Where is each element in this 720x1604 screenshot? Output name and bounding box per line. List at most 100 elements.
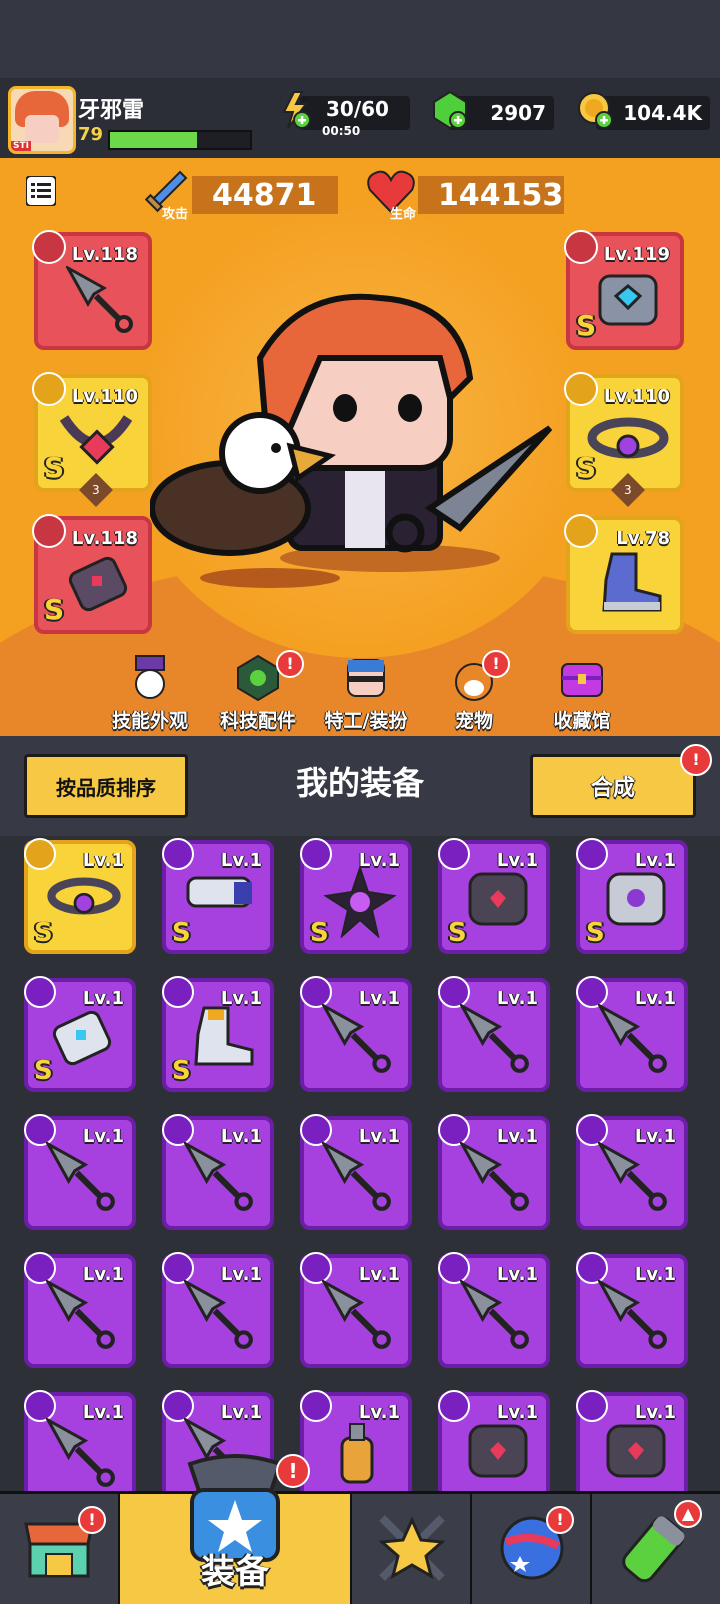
player-level: 79 [78, 124, 104, 145]
inventory-item[interactable]: Lv.1 S [438, 838, 550, 954]
player-avatar[interactable]: STI [8, 86, 76, 154]
inventory-item[interactable]: Lv.1 [162, 1114, 274, 1230]
item-rank: S [586, 918, 605, 948]
kunai-icon [184, 1280, 253, 1349]
item-rank: S [448, 918, 467, 948]
inventory-item[interactable]: Lv.1 [438, 976, 550, 1092]
nav-equipment[interactable]: 装备 ! [120, 1454, 352, 1604]
skill-appearance-button[interactable]: 技能外观 [100, 650, 200, 736]
kunai-icon [46, 1418, 115, 1487]
gem-value: 2907 [490, 101, 546, 125]
inventory-item[interactable]: Lv.1 [438, 1252, 550, 1368]
hp-stat: 144153 [418, 176, 564, 214]
nav-talent[interactable]: ! [472, 1494, 592, 1604]
weapon-type-icon [32, 230, 66, 264]
tech-chip-icon [237, 654, 279, 702]
kunai-icon [322, 1280, 391, 1349]
slot-rank: S [44, 593, 65, 626]
belt-icon [47, 877, 121, 915]
inventory-item[interactable]: Lv.1 [438, 1114, 550, 1230]
chest-armor-icon [606, 1424, 666, 1478]
inventory-item[interactable]: Lv.1 [576, 1114, 688, 1230]
kunai-icon [598, 1142, 667, 1211]
nav-evolve[interactable]: ▲ [592, 1494, 720, 1604]
bottom-nav: ! 装备 ! ! ▲ [0, 1454, 720, 1604]
tech-parts-button[interactable]: 科技配件 ! [208, 650, 308, 736]
inventory-item[interactable]: Lv.1 [300, 1252, 412, 1368]
kunai-icon [460, 1142, 529, 1211]
slot-level: Lv.110 [71, 386, 138, 407]
inventory-item[interactable]: Lv.1 [438, 1390, 550, 1491]
inventory-item[interactable]: Lv.1 [24, 1252, 136, 1368]
kunai-icon [598, 1280, 667, 1349]
merge-button[interactable]: 合成 [530, 754, 696, 818]
collection-button[interactable]: 收藏馆 [532, 650, 632, 736]
slot-level: Lv.118 [71, 528, 138, 549]
hat-ball-icon [135, 655, 165, 699]
nav-battle[interactable] [352, 1494, 472, 1604]
inventory-item[interactable]: Lv.1 [24, 1390, 136, 1491]
inventory-item[interactable]: Lv.1 [576, 1252, 688, 1368]
nav-shop[interactable]: ! [0, 1494, 120, 1604]
slot-rank: S [576, 309, 597, 342]
inventory-item[interactable]: Lv.1 S [24, 976, 136, 1092]
inventory-item[interactable]: Lv.1 S [576, 838, 688, 954]
gauntlet-icon [52, 1010, 112, 1066]
inventory-item[interactable]: Lv.1 [576, 1390, 688, 1491]
inventory-item[interactable]: Lv.1 S [300, 838, 412, 954]
kunai-icon [66, 266, 133, 333]
slot-level: Lv.119 [603, 244, 670, 265]
list-menu-icon[interactable] [26, 176, 56, 206]
necklace-icon [59, 415, 133, 465]
inventory-item[interactable]: Lv.1 S [162, 838, 274, 954]
kunai-icon [46, 1280, 115, 1349]
hero-character-illustration [150, 293, 553, 588]
gem-plus-icon[interactable] [430, 90, 470, 130]
energy-plus-icon[interactable] [276, 90, 316, 130]
belt-icon [587, 417, 669, 459]
inventory-item[interactable]: Lv.1 [300, 1114, 412, 1230]
treasure-chest-icon [561, 663, 603, 697]
gauntlet-icon [68, 556, 128, 612]
inventory-item[interactable]: Lv.1 [300, 976, 412, 1092]
inventory-item[interactable]: Lv.1 S [162, 976, 274, 1092]
chest-armor-icon [468, 1424, 528, 1478]
item-rank: S [34, 918, 53, 948]
kunai-icon [322, 1004, 391, 1073]
equip-slot-belt[interactable]: Lv.110 S 3 [564, 372, 684, 507]
slot-level: Lv.118 [71, 244, 138, 265]
equip-slot-weapon[interactable]: Lv.118 [32, 230, 152, 350]
bottle-weapon-icon [340, 1423, 374, 1484]
kunai-icon [184, 1142, 253, 1211]
kunai-icon [460, 1280, 529, 1349]
inventory-item[interactable]: Lv.1 [162, 1252, 274, 1368]
chest-armor-icon [598, 274, 658, 326]
evolve-up-icon: ▲ [674, 1500, 702, 1528]
pet-button[interactable]: 宠物 ! [424, 650, 524, 736]
battle-star-icon [378, 1515, 446, 1581]
inventory-item[interactable]: Lv.1 [24, 1114, 136, 1230]
inventory-item[interactable]: Lv.1 [300, 1390, 412, 1491]
hero-menu: 技能外观 科技配件 ! 特工/装扮 宠物 ! 收藏馆 [100, 650, 640, 736]
equip-slot-boots[interactable]: Lv.78 [564, 514, 684, 634]
chest-armor-icon [468, 872, 528, 926]
equip-slot-gloves[interactable]: Lv.118 S [32, 514, 152, 634]
shop-badge: ! [78, 1506, 106, 1534]
inventory-item[interactable]: Lv.1 S [24, 838, 136, 954]
boot-icon [602, 552, 662, 612]
equip-slot-armor[interactable]: Lv.119 S [564, 230, 684, 350]
orb-weapon-icon [323, 866, 397, 938]
coin-plus-icon[interactable] [576, 90, 616, 130]
kunai-icon [460, 1004, 529, 1073]
equip-slot-necklace[interactable]: Lv.110 S 3 [32, 372, 152, 507]
player-name: 牙邪雷 [78, 98, 145, 123]
item-rank: S [310, 918, 329, 948]
merge-notification-badge: ! [680, 744, 712, 776]
agent-outfit-button[interactable]: 特工/装扮 [316, 650, 416, 736]
inventory-item[interactable]: Lv.1 [576, 976, 688, 1092]
hp-value: 144153 [438, 177, 564, 213]
attack-label: 攻击 [162, 207, 189, 222]
kunai-icon [46, 1142, 115, 1211]
kunai-icon [322, 1142, 391, 1211]
equipment-badge: ! [276, 1454, 310, 1488]
